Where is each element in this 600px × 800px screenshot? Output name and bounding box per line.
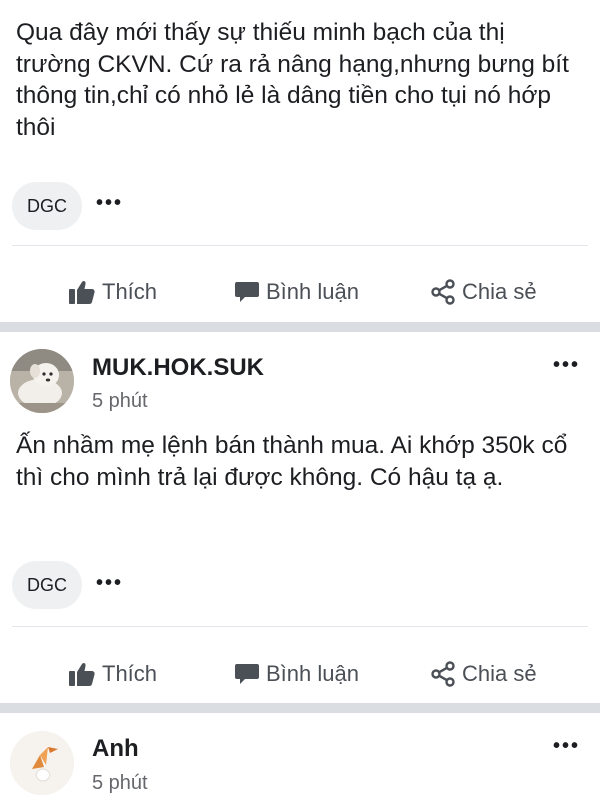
tag-more-button[interactable]: ••• xyxy=(96,572,123,595)
ticker-tag[interactable]: DGC xyxy=(12,561,82,609)
author-name[interactable]: MUK.HOK.SUK xyxy=(92,354,264,382)
comment-bubble-icon xyxy=(235,664,259,684)
fox-avatar-image xyxy=(10,731,74,795)
post-more-button[interactable]: ••• xyxy=(553,735,580,758)
avatar[interactable] xyxy=(10,349,74,413)
avatar[interactable] xyxy=(10,731,74,795)
post-time: 5 phút xyxy=(92,772,148,794)
tag-more-button[interactable]: ••• xyxy=(96,192,123,215)
like-label: Thích xyxy=(102,661,158,686)
share-label: Chia sẻ xyxy=(462,661,537,686)
post-card: Anh 5 phút ••• xyxy=(0,713,600,800)
share-button[interactable]: Chia sẻ xyxy=(430,654,537,694)
like-label: Thích xyxy=(102,279,158,304)
like-button[interactable]: Thích xyxy=(68,654,157,694)
post-card: Qua đây mới thấy sự thiếu minh bạch của … xyxy=(0,0,600,322)
like-button[interactable]: Thích xyxy=(68,272,157,312)
comment-button[interactable]: Bình luận xyxy=(234,272,359,312)
action-bar: Thích Bình luận Chia sẻ xyxy=(0,654,600,694)
divider xyxy=(12,245,588,246)
share-label: Chia sẻ xyxy=(462,279,537,304)
share-button[interactable]: Chia sẻ xyxy=(430,272,537,312)
comment-label: Bình luận xyxy=(266,661,359,686)
comment-button[interactable]: Bình luận xyxy=(234,654,359,694)
post-text: Ấn nhầm mẹ lệnh bán thành mua. Ai khớp 3… xyxy=(16,432,568,491)
post-card: MUK.HOK.SUK 5 phút ••• Ấn nhầm mẹ lệnh b… xyxy=(0,332,600,703)
ticker-tag[interactable]: DGC xyxy=(12,182,82,230)
post-time: 5 phút xyxy=(92,390,148,412)
share-icon xyxy=(431,279,455,305)
author-name[interactable]: Anh xyxy=(92,735,139,763)
thumbs-up-icon xyxy=(69,662,95,686)
post-more-button[interactable]: ••• xyxy=(553,354,580,377)
post-separator xyxy=(0,703,600,713)
thumbs-up-icon xyxy=(69,280,95,304)
share-icon xyxy=(431,661,455,687)
action-bar: Thích Bình luận Chia sẻ xyxy=(0,272,600,312)
post-text: Qua đây mới thấy sự thiếu minh bạch của … xyxy=(16,19,569,141)
comment-label: Bình luận xyxy=(266,279,359,304)
post-separator xyxy=(0,322,600,332)
comment-bubble-icon xyxy=(235,282,259,302)
dog-avatar-image xyxy=(10,349,74,413)
divider xyxy=(12,626,588,627)
